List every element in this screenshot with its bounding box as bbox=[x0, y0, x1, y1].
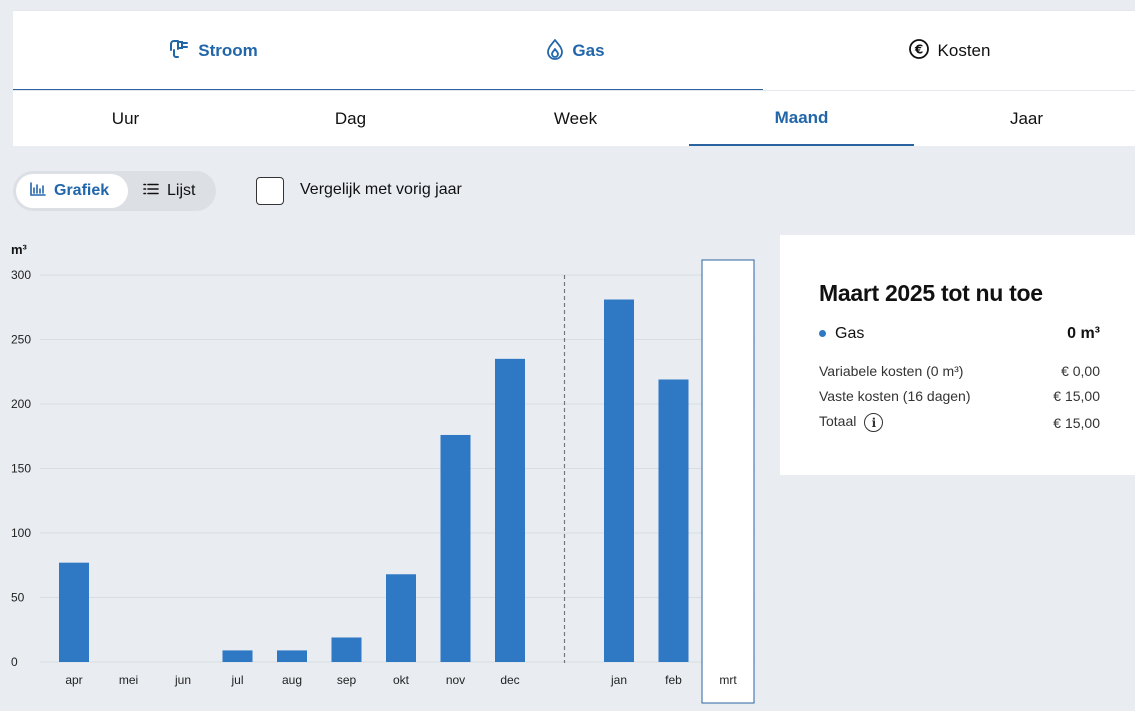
total-label: Totaal bbox=[819, 413, 857, 430]
bar-sep bbox=[331, 637, 362, 662]
x-axis-ticks: apr mei jun jul aug sep okt nov dec jan feb mrt bbox=[65, 673, 737, 687]
chart-bars bbox=[59, 299, 689, 662]
y-tick-label: 200 bbox=[11, 397, 31, 411]
gas-total-row: Gas 0 m³ bbox=[819, 325, 1100, 343]
variable-costs-value: € 0,00 bbox=[1061, 363, 1100, 379]
tab-dag[interactable]: Dag bbox=[238, 91, 463, 146]
total-value: € 15,00 bbox=[1053, 414, 1100, 431]
x-tick-label: okt bbox=[393, 673, 410, 687]
x-tick-label: jan bbox=[610, 673, 627, 687]
bar-chart-icon bbox=[30, 181, 46, 201]
energy-tabs: Stroom Gas € Kosten bbox=[13, 10, 1135, 91]
fixed-costs-value: € 15,00 bbox=[1053, 388, 1100, 404]
plug-icon bbox=[168, 39, 190, 64]
x-tick-label: apr bbox=[65, 673, 82, 687]
fixed-costs-row: Vaste kosten (16 dagen) € 15,00 bbox=[819, 388, 1100, 404]
y-tick-label: 250 bbox=[11, 333, 31, 347]
y-tick-label: 150 bbox=[11, 462, 31, 476]
period-tabs: Uur Dag Week Maand Jaar bbox=[13, 90, 1135, 146]
lijst-button[interactable]: Lijst bbox=[129, 174, 216, 208]
bar-nov bbox=[440, 434, 471, 662]
tab-stroom-label: Stroom bbox=[198, 41, 258, 60]
bar-jan bbox=[604, 299, 634, 662]
x-tick-label: jun bbox=[174, 673, 191, 687]
tab-kosten[interactable]: € Kosten bbox=[763, 11, 1135, 91]
tab-maand[interactable]: Maand bbox=[689, 91, 914, 146]
x-tick-label: aug bbox=[282, 673, 302, 687]
svg-text:€: € bbox=[913, 42, 922, 56]
y-axis-ticks: 0 50 100 150 200 250 300 bbox=[11, 268, 31, 669]
info-icon[interactable]: i bbox=[864, 413, 884, 432]
euro-icon: € bbox=[908, 38, 930, 65]
x-tick-label: jul bbox=[230, 673, 243, 687]
selected-month-highlight bbox=[701, 259, 755, 704]
tab-gas[interactable]: Gas bbox=[388, 11, 763, 91]
bar-dec bbox=[495, 358, 525, 662]
y-tick-label: 50 bbox=[11, 591, 25, 605]
tab-stroom[interactable]: Stroom bbox=[13, 11, 413, 91]
y-axis-unit: m³ bbox=[11, 242, 28, 257]
y-tick-label: 100 bbox=[11, 526, 31, 540]
bar-apr bbox=[59, 562, 89, 662]
bar-jul bbox=[222, 650, 253, 662]
gas-label: Gas bbox=[835, 325, 865, 342]
tab-kosten-label: Kosten bbox=[937, 41, 991, 60]
x-tick-label: sep bbox=[337, 673, 357, 687]
y-tick-label: 0 bbox=[11, 655, 18, 669]
x-tick-label: mei bbox=[119, 673, 138, 687]
bar-aug bbox=[277, 650, 307, 662]
tab-week[interactable]: Week bbox=[463, 91, 688, 146]
compare-checkbox[interactable] bbox=[256, 177, 284, 205]
grafiek-label: Grafiek bbox=[54, 182, 110, 199]
view-toggle: Grafiek Lijst bbox=[13, 171, 216, 211]
lijst-label: Lijst bbox=[167, 182, 196, 199]
x-tick-label: mrt bbox=[719, 673, 737, 687]
tab-gas-label: Gas bbox=[572, 41, 605, 60]
gas-value: 0 m³ bbox=[1067, 325, 1100, 342]
fixed-costs-label: Vaste kosten (16 dagen) bbox=[819, 388, 971, 404]
summary-card: Maart 2025 tot nu toe Gas 0 m³ Variabele… bbox=[780, 235, 1135, 475]
compare-label[interactable]: Vergelijk met vorig jaar bbox=[300, 181, 462, 199]
grafiek-button[interactable]: Grafiek bbox=[16, 174, 128, 208]
bar-okt bbox=[386, 574, 416, 662]
x-tick-label: feb bbox=[665, 673, 682, 687]
summary-title: Maart 2025 tot nu toe bbox=[819, 280, 1043, 306]
gas-dot-icon bbox=[819, 330, 826, 338]
x-tick-label: dec bbox=[500, 673, 519, 687]
gas-usage-chart: m³ 0 50 100 150 200 250 300 apr mei jun jul aug sep… bbox=[11, 242, 755, 704]
x-tick-label: nov bbox=[446, 673, 465, 687]
flame-icon bbox=[546, 38, 564, 65]
y-tick-label: 300 bbox=[11, 268, 31, 282]
total-row: Totaal i € 15,00 bbox=[819, 413, 1100, 432]
variable-costs-label: Variabele kosten (0 m³) bbox=[819, 363, 964, 379]
bar-feb bbox=[658, 379, 689, 662]
tab-jaar[interactable]: Jaar bbox=[914, 91, 1135, 146]
tab-uur[interactable]: Uur bbox=[13, 91, 238, 146]
list-icon bbox=[143, 182, 159, 200]
variable-costs-row: Variabele kosten (0 m³) € 0,00 bbox=[819, 363, 1100, 379]
